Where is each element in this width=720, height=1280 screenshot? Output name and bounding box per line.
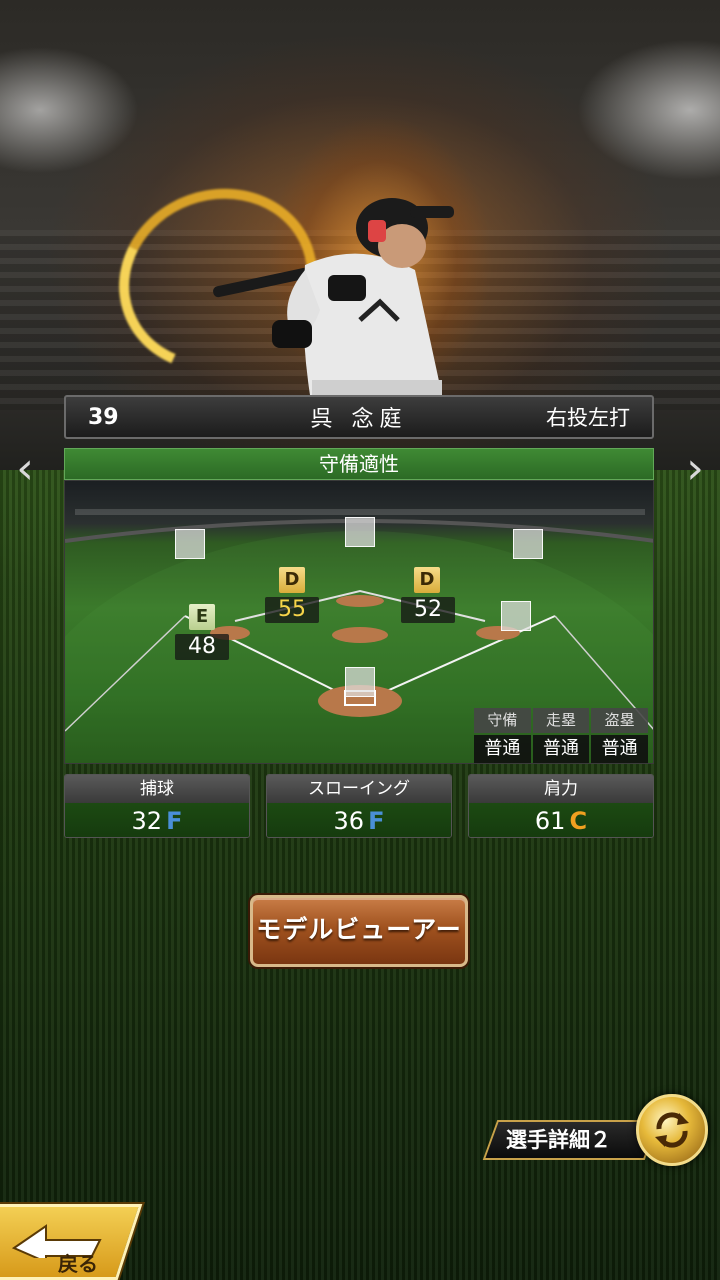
second-base-value: 52 <box>401 597 455 623</box>
stat-value: 36 F <box>267 803 451 837</box>
position-marker-rightfield[interactable] <box>513 529 543 559</box>
player-header-bar: 39 呉 念庭 右投左打 <box>64 395 654 439</box>
stat-box-arm-strength: 肩力 61 C <box>468 774 654 838</box>
position-marker-catcher[interactable] <box>345 667 375 697</box>
swap-arrows-icon[interactable] <box>636 1094 708 1166</box>
running-defense-table: 守備 走塁 盗塁 普通 普通 普通 <box>474 708 648 763</box>
back-label[interactable]: 戻る <box>58 1248 98 1277</box>
player-name: 呉 念庭 <box>310 407 408 432</box>
table-value-stealing: 普通 <box>591 734 648 763</box>
position-marker-firstbase[interactable] <box>501 601 531 631</box>
player-detail-button[interactable]: 選手詳細２ <box>506 1120 646 1160</box>
stat-label: スローイング <box>267 775 451 803</box>
player-image <box>213 198 454 395</box>
stat-value: 32 F <box>65 803 249 837</box>
stat-grade: C <box>569 807 588 835</box>
stat-box-catching: 捕球 32 F <box>64 774 250 838</box>
chevron-right-icon[interactable]: › <box>678 444 712 494</box>
third-base-grade: E <box>189 604 215 630</box>
stat-grade: F <box>166 807 183 835</box>
table-value-defense: 普通 <box>474 734 531 763</box>
stat-grade: F <box>368 807 385 835</box>
table-header-running: 走塁 <box>532 708 590 733</box>
stat-number: 61 <box>534 807 566 835</box>
stat-number: 36 <box>333 807 365 835</box>
stat-number: 32 <box>131 807 163 835</box>
table-header-defense: 守備 <box>474 708 531 733</box>
second-base-grade: D <box>414 567 440 593</box>
shortstop-grade: D <box>279 567 305 593</box>
stat-value: 61 C <box>469 803 653 837</box>
third-base-value: 48 <box>175 634 229 660</box>
table-header-stealing: 盗塁 <box>591 708 648 733</box>
position-marker-centerfield[interactable] <box>345 517 375 547</box>
table-value-running: 普通 <box>532 734 590 763</box>
chevron-left-icon[interactable]: ‹ <box>8 444 42 494</box>
model-viewer-button[interactable]: モデルビューアー <box>250 895 468 967</box>
position-marker-leftfield[interactable] <box>175 529 205 559</box>
stat-label: 捕球 <box>65 775 249 803</box>
stat-box-throwing: スローイング 36 F <box>266 774 452 838</box>
defense-panel-title: 守備適性 <box>64 448 654 480</box>
shortstop-value: 55 <box>265 597 319 623</box>
stat-label: 肩力 <box>469 775 653 803</box>
